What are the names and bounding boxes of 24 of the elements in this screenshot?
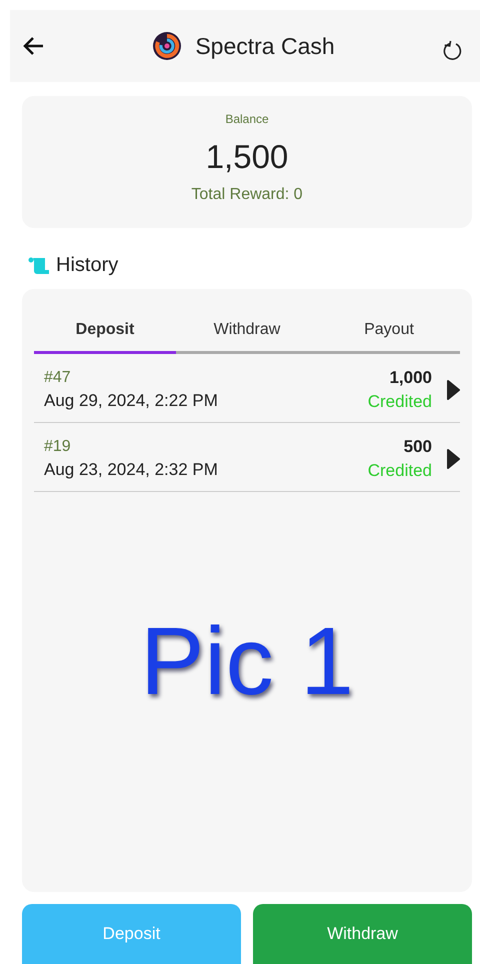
- transaction-date: Aug 23, 2024, 2:32 PM: [44, 460, 219, 480]
- balance-amount: 1,500: [206, 138, 288, 176]
- transaction-row[interactable]: #19 Aug 23, 2024, 2:32 PM 500 Credited: [34, 423, 460, 492]
- swirl-logo-icon: [153, 32, 182, 60]
- balance-label: Balance: [225, 112, 269, 126]
- caret-icon: [446, 380, 460, 400]
- refresh-button[interactable]: [442, 40, 464, 62]
- transaction-id: #47: [44, 369, 72, 387]
- scroll-icon: [28, 256, 50, 274]
- transaction-row[interactable]: #47 Aug 29, 2024, 2:22 PM 1,000 Credited: [34, 354, 460, 423]
- app-title: Spectra Cash: [195, 32, 335, 60]
- transaction-id: #19: [44, 438, 72, 456]
- total-reward: Total Reward: 0: [191, 186, 303, 204]
- history-tab[interactable]: Withdraw: [176, 309, 318, 354]
- history-tab[interactable]: Payout: [318, 309, 460, 354]
- history-heading: History: [56, 254, 118, 277]
- transaction-status: Credited: [368, 392, 432, 412]
- transaction-amount: 1,000: [389, 368, 432, 388]
- overlay-label: Pic 1: [140, 607, 354, 717]
- transaction-amount: 500: [404, 437, 432, 457]
- history-tab[interactable]: Deposit: [34, 309, 176, 354]
- transaction-date: Aug 29, 2024, 2:22 PM: [44, 391, 219, 411]
- caret-icon: [446, 449, 460, 469]
- transaction-status: Credited: [368, 461, 432, 481]
